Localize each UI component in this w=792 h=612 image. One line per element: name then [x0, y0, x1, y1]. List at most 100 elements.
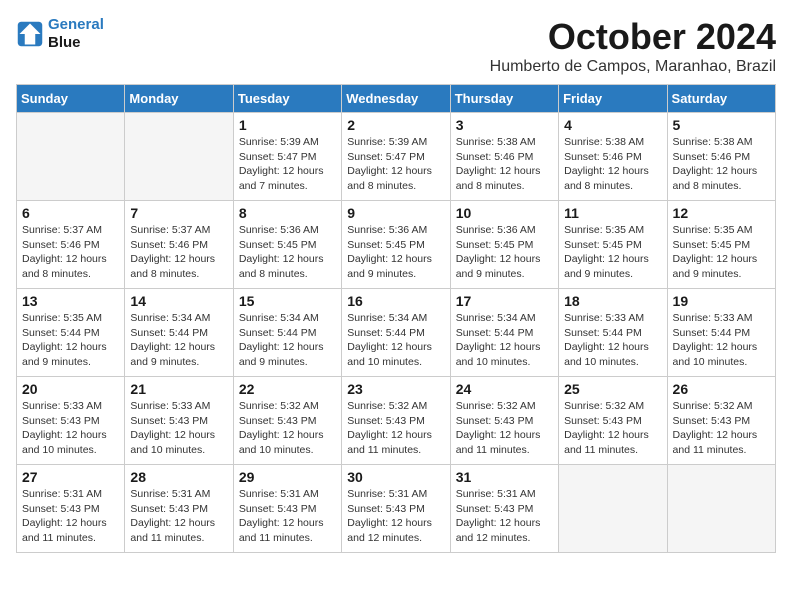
day-info: Sunrise: 5:38 AM Sunset: 5:46 PM Dayligh…: [673, 135, 770, 194]
day-number: 8: [239, 205, 336, 221]
day-number: 27: [22, 469, 119, 485]
day-number: 15: [239, 293, 336, 309]
day-number: 22: [239, 381, 336, 397]
calendar-cell: 12 Sunrise: 5:35 AM Sunset: 5:45 PM Dayli…: [667, 201, 775, 289]
calendar-cell: 9Sunrise: 5:36 AM Sunset: 5:45 PM Daylig…: [342, 201, 450, 289]
day-info: Sunrise: 5:31 AM Sunset: 5:43 PM Dayligh…: [456, 487, 553, 546]
month-title: October 2024: [490, 16, 776, 58]
logo: General Blue: [16, 16, 104, 52]
title-area: October 2024 Humberto de Campos, Maranha…: [490, 16, 776, 76]
calendar-week-row: 20Sunrise: 5:33 AM Sunset: 5:43 PM Dayli…: [17, 377, 776, 465]
weekday-header: Sunday: [17, 85, 125, 113]
day-info: Sunrise: 5:39 AM Sunset: 5:47 PM Dayligh…: [239, 135, 336, 194]
day-info: Sunrise: 5:32 AM Sunset: 5:43 PM Dayligh…: [564, 399, 661, 458]
day-info: Sunrise: 5:31 AM Sunset: 5:43 PM Dayligh…: [239, 487, 336, 546]
calendar-cell: 5 Sunrise: 5:38 AM Sunset: 5:46 PM Daylig…: [667, 113, 775, 201]
day-number: 4: [564, 117, 661, 133]
day-info: Sunrise: 5:32 AM Sunset: 5:43 PM Dayligh…: [456, 399, 553, 458]
calendar-cell: 17Sunrise: 5:34 AM Sunset: 5:44 PM Dayli…: [450, 289, 558, 377]
calendar-week-row: 27 Sunrise: 5:31 AM Sunset: 5:43 PM Dayli…: [17, 465, 776, 553]
calendar-cell: 24 Sunrise: 5:32 AM Sunset: 5:43 PM Dayli…: [450, 377, 558, 465]
calendar-cell: 16 Sunrise: 5:34 AM Sunset: 5:44 PM Dayli…: [342, 289, 450, 377]
day-number: 26: [673, 381, 770, 397]
calendar-cell: 26 Sunrise: 5:32 AM Sunset: 5:43 PM Dayli…: [667, 377, 775, 465]
calendar-week-row: 6 Sunrise: 5:37 AM Sunset: 5:46 PM Daylig…: [17, 201, 776, 289]
day-number: 31: [456, 469, 553, 485]
day-number: 5: [673, 117, 770, 133]
calendar-cell: 30 Sunrise: 5:31 AM Sunset: 5:43 PM Dayli…: [342, 465, 450, 553]
day-number: 3: [456, 117, 553, 133]
calendar-cell: 28 Sunrise: 5:31 AM Sunset: 5:43 PM Dayli…: [125, 465, 233, 553]
calendar-cell: [667, 465, 775, 553]
day-number: 10: [456, 205, 553, 221]
calendar-cell: [17, 113, 125, 201]
calendar-cell: 2 Sunrise: 5:39 AM Sunset: 5:47 PM Daylig…: [342, 113, 450, 201]
calendar-cell: 13 Sunrise: 5:35 AM Sunset: 5:44 PM Dayli…: [17, 289, 125, 377]
day-number: 6: [22, 205, 119, 221]
day-number: 16: [347, 293, 444, 309]
day-number: 11: [564, 205, 661, 221]
calendar-cell: 14 Sunrise: 5:34 AM Sunset: 5:44 PM Dayli…: [125, 289, 233, 377]
day-info: Sunrise: 5:32 AM Sunset: 5:43 PM Dayligh…: [673, 399, 770, 458]
day-info: Sunrise: 5:35 AM Sunset: 5:45 PM Dayligh…: [673, 223, 770, 282]
day-number: 24: [456, 381, 553, 397]
day-info: Sunrise: 5:38 AM Sunset: 5:46 PM Dayligh…: [456, 135, 553, 194]
calendar-cell: 25 Sunrise: 5:32 AM Sunset: 5:43 PM Dayli…: [559, 377, 667, 465]
day-info: Sunrise: 5:34 AM Sunset: 5:44 PM Dayligh…: [347, 311, 444, 370]
logo-icon: [16, 20, 44, 48]
logo-text: General Blue: [48, 16, 104, 52]
calendar-cell: 10 Sunrise: 5:36 AM Sunset: 5:45 PM Dayli…: [450, 201, 558, 289]
day-info: Sunrise: 5:34 AM Sunset: 5:44 PM Dayligh…: [130, 311, 227, 370]
day-number: 12: [673, 205, 770, 221]
calendar-body: 1Sunrise: 5:39 AM Sunset: 5:47 PM Daylig…: [17, 113, 776, 553]
calendar-week-row: 13 Sunrise: 5:35 AM Sunset: 5:44 PM Dayli…: [17, 289, 776, 377]
day-info: Sunrise: 5:31 AM Sunset: 5:43 PM Dayligh…: [22, 487, 119, 546]
calendar-cell: 27 Sunrise: 5:31 AM Sunset: 5:43 PM Dayli…: [17, 465, 125, 553]
day-info: Sunrise: 5:33 AM Sunset: 5:44 PM Dayligh…: [673, 311, 770, 370]
weekday-header: Thursday: [450, 85, 558, 113]
weekday-header: Tuesday: [233, 85, 341, 113]
calendar-cell: 15 Sunrise: 5:34 AM Sunset: 5:44 PM Dayli…: [233, 289, 341, 377]
weekday-header-row: SundayMondayTuesdayWednesdayThursdayFrid…: [17, 85, 776, 113]
day-number: 29: [239, 469, 336, 485]
calendar-cell: [559, 465, 667, 553]
day-number: 25: [564, 381, 661, 397]
day-info: Sunrise: 5:37 AM Sunset: 5:46 PM Dayligh…: [22, 223, 119, 282]
day-number: 7: [130, 205, 227, 221]
day-number: 14: [130, 293, 227, 309]
calendar-cell: [125, 113, 233, 201]
day-info: Sunrise: 5:32 AM Sunset: 5:43 PM Dayligh…: [347, 399, 444, 458]
calendar-cell: 6 Sunrise: 5:37 AM Sunset: 5:46 PM Daylig…: [17, 201, 125, 289]
calendar-cell: 8 Sunrise: 5:36 AM Sunset: 5:45 PM Daylig…: [233, 201, 341, 289]
day-info: Sunrise: 5:34 AM Sunset: 5:44 PM Dayligh…: [239, 311, 336, 370]
calendar-cell: 20Sunrise: 5:33 AM Sunset: 5:43 PM Dayli…: [17, 377, 125, 465]
day-info: Sunrise: 5:38 AM Sunset: 5:46 PM Dayligh…: [564, 135, 661, 194]
day-info: Sunrise: 5:36 AM Sunset: 5:45 PM Dayligh…: [239, 223, 336, 282]
calendar-cell: 7 Sunrise: 5:37 AM Sunset: 5:46 PM Daylig…: [125, 201, 233, 289]
day-info: Sunrise: 5:36 AM Sunset: 5:45 PM Dayligh…: [456, 223, 553, 282]
day-info: Sunrise: 5:35 AM Sunset: 5:45 PM Dayligh…: [564, 223, 661, 282]
day-number: 23: [347, 381, 444, 397]
day-info: Sunrise: 5:31 AM Sunset: 5:43 PM Dayligh…: [130, 487, 227, 546]
calendar-cell: 22Sunrise: 5:32 AM Sunset: 5:43 PM Dayli…: [233, 377, 341, 465]
day-number: 2: [347, 117, 444, 133]
day-number: 30: [347, 469, 444, 485]
page-header: General Blue October 2024 Humberto de Ca…: [16, 16, 776, 76]
day-number: 28: [130, 469, 227, 485]
day-info: Sunrise: 5:36 AM Sunset: 5:45 PM Dayligh…: [347, 223, 444, 282]
calendar-cell: 4 Sunrise: 5:38 AM Sunset: 5:46 PM Daylig…: [559, 113, 667, 201]
calendar-cell: 19 Sunrise: 5:33 AM Sunset: 5:44 PM Dayli…: [667, 289, 775, 377]
day-number: 13: [22, 293, 119, 309]
calendar-cell: 1Sunrise: 5:39 AM Sunset: 5:47 PM Daylig…: [233, 113, 341, 201]
day-number: 19: [673, 293, 770, 309]
day-number: 17: [456, 293, 553, 309]
calendar-cell: 18Sunrise: 5:33 AM Sunset: 5:44 PM Dayli…: [559, 289, 667, 377]
calendar-week-row: 1Sunrise: 5:39 AM Sunset: 5:47 PM Daylig…: [17, 113, 776, 201]
weekday-header: Monday: [125, 85, 233, 113]
day-info: Sunrise: 5:37 AM Sunset: 5:46 PM Dayligh…: [130, 223, 227, 282]
day-info: Sunrise: 5:31 AM Sunset: 5:43 PM Dayligh…: [347, 487, 444, 546]
calendar-cell: 31 Sunrise: 5:31 AM Sunset: 5:43 PM Dayli…: [450, 465, 558, 553]
calendar-cell: 3 Sunrise: 5:38 AM Sunset: 5:46 PM Daylig…: [450, 113, 558, 201]
day-info: Sunrise: 5:35 AM Sunset: 5:44 PM Dayligh…: [22, 311, 119, 370]
day-info: Sunrise: 5:39 AM Sunset: 5:47 PM Dayligh…: [347, 135, 444, 194]
